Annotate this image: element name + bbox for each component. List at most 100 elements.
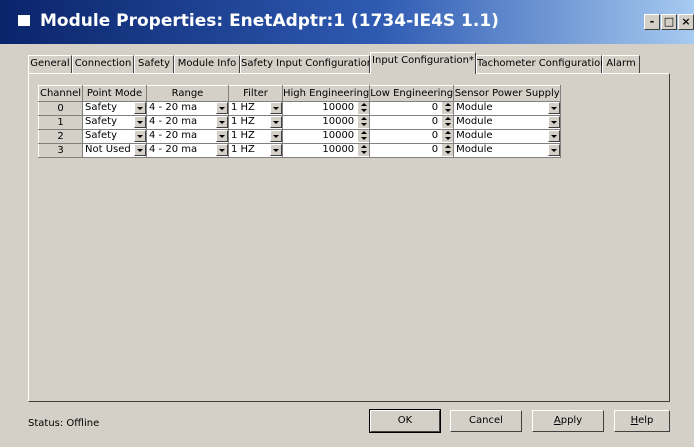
filter-dropdown[interactable]: 1 HZ <box>228 143 283 158</box>
minimize-button[interactable]: - <box>644 14 660 30</box>
status-bar: Status: Offline <box>28 418 99 429</box>
col-header-range: Range <box>146 85 229 102</box>
spinner-arrows-icon[interactable] <box>441 130 454 142</box>
help-label: elp <box>638 415 654 426</box>
dropdown-arrow-icon[interactable] <box>216 130 228 142</box>
spinner-arrows-icon[interactable] <box>357 116 370 128</box>
point-mode-value: Safety <box>85 102 117 113</box>
apply-label: pply <box>560 415 583 426</box>
tab-module-info[interactable]: Module Info <box>174 55 240 73</box>
high-engineering-spinner[interactable]: 10000 <box>281 115 371 130</box>
tab-tachometer-configuration[interactable]: Tachometer Configuration <box>476 55 607 73</box>
high-engineering-value: 10000 <box>322 102 355 113</box>
dropdown-arrow-icon[interactable] <box>548 102 561 114</box>
maximize-button[interactable]: □ <box>661 14 677 30</box>
high-engineering-value: 10000 <box>322 130 355 141</box>
sensor-power-value: Module <box>456 130 493 141</box>
tab-general[interactable]: General <box>28 55 72 73</box>
point-mode-dropdown[interactable]: Safety <box>82 129 147 144</box>
sensor-power-supply-dropdown[interactable]: Module <box>453 143 562 158</box>
spinner-arrows-icon[interactable] <box>357 130 370 142</box>
range-value: 4 - 20 ma <box>149 144 198 155</box>
dropdown-arrow-icon[interactable] <box>548 130 561 142</box>
status-value: Offline <box>66 418 100 429</box>
sensor-power-supply-dropdown[interactable]: Module <box>453 115 562 130</box>
table-row: 3 Not Used 4 - 20 ma 1 HZ 10000 0 Module <box>38 143 562 158</box>
filter-value: 1 HZ <box>231 130 255 141</box>
filter-dropdown[interactable]: 1 HZ <box>228 115 283 130</box>
apply-button[interactable]: Apply <box>532 410 604 432</box>
dropdown-arrow-icon[interactable] <box>216 144 228 156</box>
range-value: 4 - 20 ma <box>149 116 198 127</box>
spinner-arrows-icon[interactable] <box>441 102 454 114</box>
title-bar[interactable]: Module Properties: EnetAdptr:1 (1734-IE4… <box>0 0 694 44</box>
dropdown-arrow-icon[interactable] <box>270 130 282 142</box>
cancel-button[interactable]: Cancel <box>450 410 522 432</box>
tab-safety[interactable]: Safety <box>134 55 174 73</box>
window-title: Module Properties: EnetAdptr:1 (1734-IE4… <box>40 11 499 31</box>
dropdown-arrow-icon[interactable] <box>548 144 561 156</box>
ok-button[interactable]: OK <box>369 409 441 433</box>
spinner-arrows-icon[interactable] <box>441 144 454 156</box>
table-row: 1 Safety 4 - 20 ma 1 HZ 10000 0 Module <box>38 115 562 130</box>
low-engineering-spinner[interactable]: 0 <box>369 129 455 144</box>
point-mode-dropdown[interactable]: Safety <box>82 115 147 130</box>
col-header-point-mode: Point Mode <box>82 85 147 102</box>
channel-cell: 0 <box>38 101 83 116</box>
low-engineering-value: 0 <box>431 116 439 127</box>
spinner-arrows-icon[interactable] <box>357 144 370 156</box>
sensor-power-value: Module <box>456 144 493 155</box>
dropdown-arrow-icon[interactable] <box>270 144 282 156</box>
point-mode-dropdown[interactable]: Not Used <box>82 143 147 158</box>
spinner-arrows-icon[interactable] <box>357 102 370 114</box>
dropdown-arrow-icon[interactable] <box>216 102 228 114</box>
col-header-high-engineering: High Engineering <box>281 85 371 102</box>
close-button[interactable]: × <box>678 14 694 30</box>
sensor-power-supply-dropdown[interactable]: Module <box>453 101 562 116</box>
dropdown-arrow-icon[interactable] <box>134 130 146 142</box>
range-dropdown[interactable]: 4 - 20 ma <box>146 115 229 130</box>
dropdown-arrow-icon[interactable] <box>134 116 146 128</box>
apply-mnemonic: A <box>553 415 561 426</box>
point-mode-value: Safety <box>85 130 117 141</box>
range-dropdown[interactable]: 4 - 20 ma <box>146 129 229 144</box>
dropdown-arrow-icon[interactable] <box>216 116 228 128</box>
tab-safety-input-configuration[interactable]: Safety Input Configuration <box>240 55 373 73</box>
channel-cell: 1 <box>38 115 83 130</box>
point-mode-value: Safety <box>85 116 117 127</box>
range-value: 4 - 20 ma <box>149 130 198 141</box>
channel-cell: 2 <box>38 129 83 144</box>
high-engineering-spinner[interactable]: 10000 <box>281 143 371 158</box>
dropdown-arrow-icon[interactable] <box>548 116 561 128</box>
filter-dropdown[interactable]: 1 HZ <box>228 129 283 144</box>
range-dropdown[interactable]: 4 - 20 ma <box>146 143 229 158</box>
help-mnemonic: H <box>630 415 639 426</box>
tab-alarm[interactable]: Alarm <box>602 55 640 73</box>
help-button[interactable]: Help <box>614 410 670 432</box>
range-value: 4 - 20 ma <box>149 102 198 113</box>
low-engineering-spinner[interactable]: 0 <box>369 115 455 130</box>
sensor-power-value: Module <box>456 116 493 127</box>
high-engineering-spinner[interactable]: 10000 <box>281 101 371 116</box>
low-engineering-spinner[interactable]: 0 <box>369 143 455 158</box>
col-header-filter: Filter <box>228 85 283 102</box>
dropdown-arrow-icon[interactable] <box>134 144 146 156</box>
dropdown-arrow-icon[interactable] <box>270 102 282 114</box>
col-header-channel: Channel <box>38 85 83 102</box>
sensor-power-supply-dropdown[interactable]: Module <box>453 129 562 144</box>
tab-connection[interactable]: Connection <box>72 55 134 73</box>
spinner-arrows-icon[interactable] <box>441 116 454 128</box>
table-row: 2 Safety 4 - 20 ma 1 HZ 10000 0 Module <box>38 129 562 144</box>
range-dropdown[interactable]: 4 - 20 ma <box>146 101 229 116</box>
window-icon <box>18 15 30 26</box>
dropdown-arrow-icon[interactable] <box>134 102 146 114</box>
high-engineering-value: 10000 <box>322 116 355 127</box>
filter-dropdown[interactable]: 1 HZ <box>228 101 283 116</box>
high-engineering-spinner[interactable]: 10000 <box>281 129 371 144</box>
low-engineering-value: 0 <box>431 144 439 155</box>
low-engineering-spinner[interactable]: 0 <box>369 101 455 116</box>
tab-input-configuration[interactable]: Input Configuration* <box>370 52 476 74</box>
filter-value: 1 HZ <box>231 144 255 155</box>
dropdown-arrow-icon[interactable] <box>270 116 282 128</box>
point-mode-dropdown[interactable]: Safety <box>82 101 147 116</box>
